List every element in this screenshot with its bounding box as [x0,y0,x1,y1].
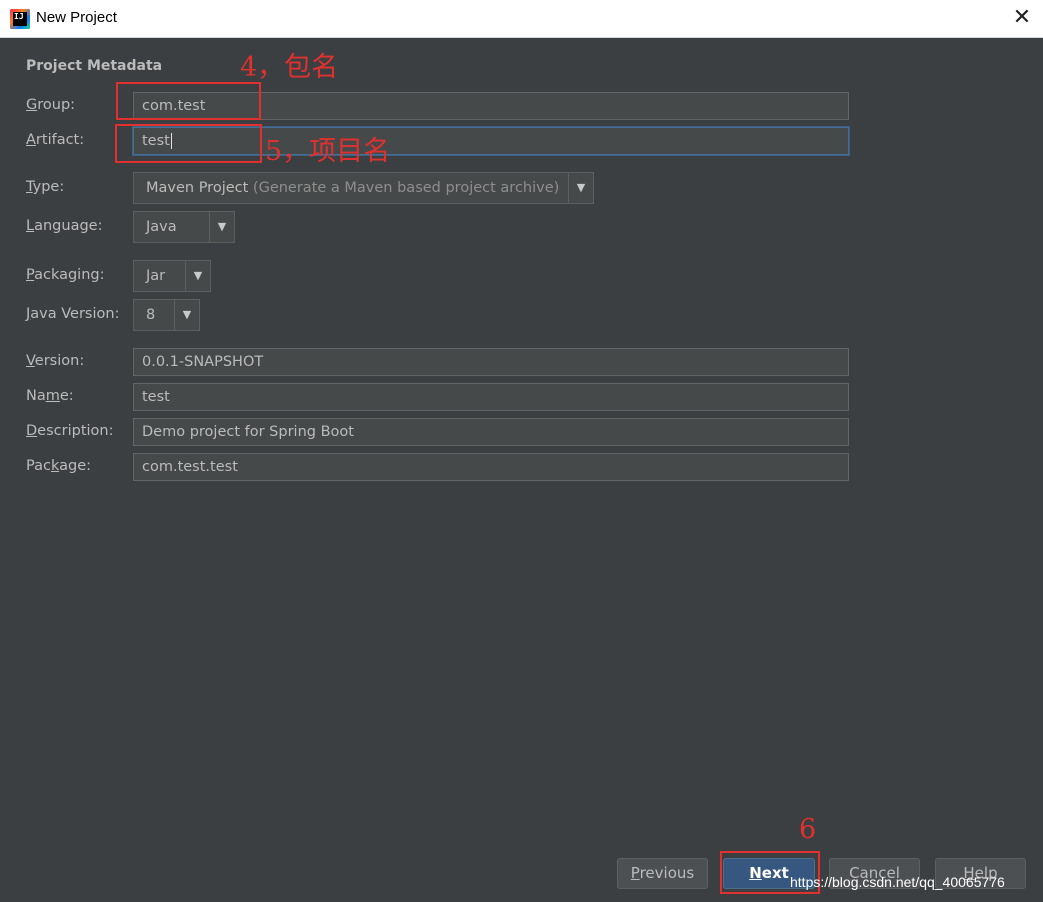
type-label: Type: [26,179,65,195]
chevron-down-icon: ▼ [193,269,203,282]
artifact-label: Artifact: [26,132,85,148]
packaging-dropdown[interactable]: Jar ▼ [133,260,211,292]
annotation-box-artifact [115,124,262,163]
version-input[interactable]: 0.0.1-SNAPSHOT [133,348,849,376]
previous-button[interactable]: Previous [617,858,708,889]
annotation-artifact-note: 5，项目名 [265,136,391,167]
title-bar: IJ New Project ✕ [0,0,1043,38]
annotation-box-group [116,82,261,120]
name-label: Name: [26,388,74,404]
java-version-dropdown[interactable]: 8 ▼ [133,299,200,331]
version-label: Version: [26,353,85,369]
name-input[interactable]: test [133,383,849,411]
annotation-group-note: 4，包名 [240,52,339,83]
watermark-text: https://blog.csdn.net/qq_40065776 [790,874,1005,890]
description-input[interactable]: Demo project for Spring Boot [133,418,849,446]
chevron-down-icon: ▼ [217,220,227,233]
intellij-idea-icon: IJ [10,9,30,29]
packaging-label: Packaging: [26,267,105,283]
language-dropdown[interactable]: Java ▼ [133,211,235,243]
language-label: Language: [26,218,103,234]
group-label: Group: [26,97,76,113]
package-label: Package: [26,458,92,474]
chevron-down-icon: ▼ [576,181,586,194]
section-title: Project Metadata [26,58,163,74]
type-dropdown[interactable]: Maven Project (Generate a Maven based pr… [133,172,594,204]
description-label: Description: [26,423,114,439]
java-version-label: Java Version: [26,306,120,322]
close-icon[interactable]: ✕ [1010,6,1034,30]
package-input[interactable]: com.test.test [133,453,849,481]
annotation-next-note: 6 [799,814,817,845]
window-title: New Project [36,9,117,26]
chevron-down-icon: ▼ [182,308,192,321]
